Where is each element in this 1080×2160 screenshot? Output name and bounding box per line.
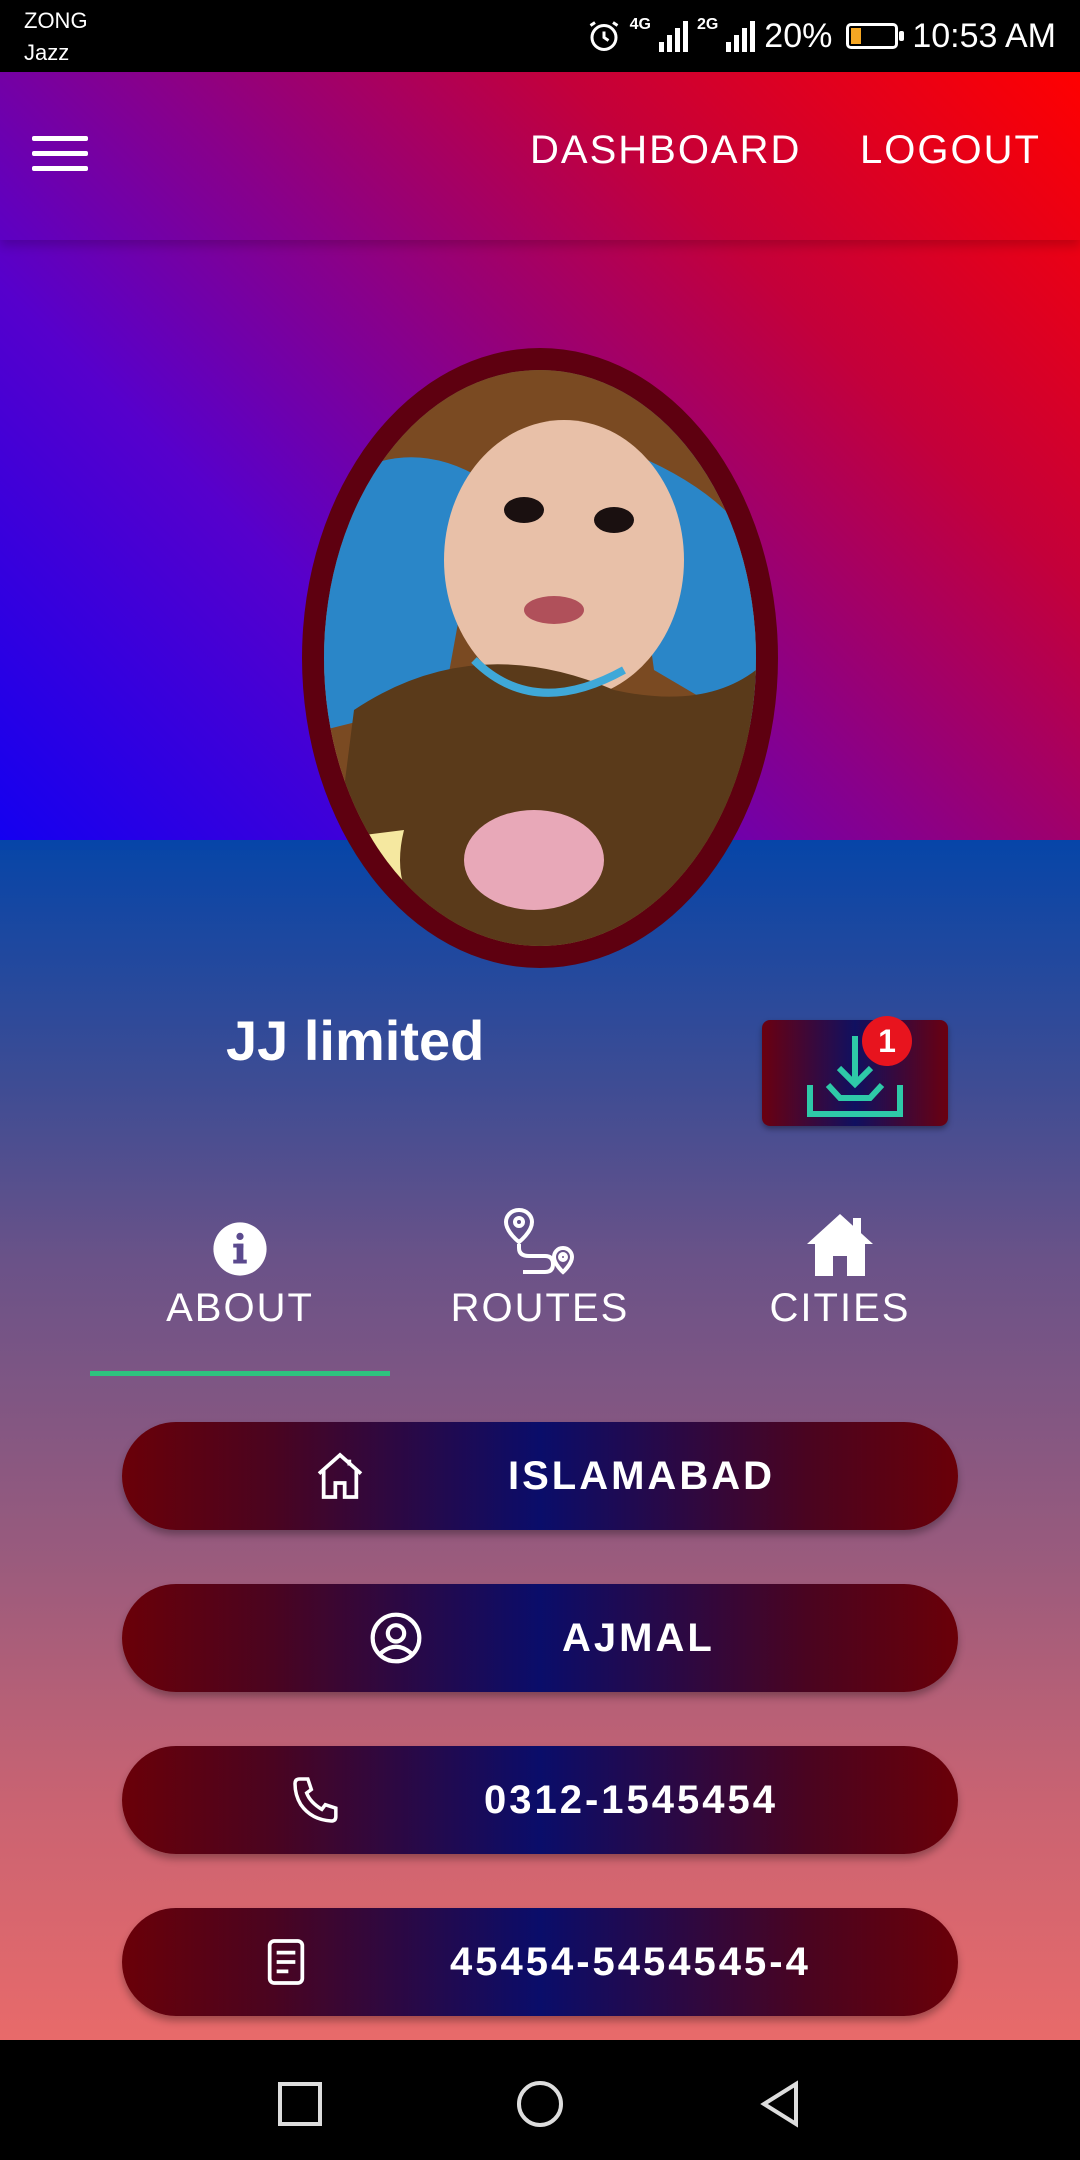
avatar bbox=[302, 348, 778, 968]
id-pill[interactable]: 45454-5454545-4 bbox=[122, 1908, 958, 2016]
network-type-1: 4G bbox=[629, 16, 651, 33]
back-icon[interactable] bbox=[756, 2080, 804, 2128]
tab-about[interactable]: ABOUT bbox=[90, 1198, 390, 1331]
download-button[interactable]: 1 bbox=[762, 1016, 948, 1126]
signal-icon bbox=[658, 21, 688, 52]
battery-icon bbox=[846, 23, 905, 49]
battery-level bbox=[851, 28, 861, 44]
carrier-secondary: Jazz bbox=[24, 40, 70, 65]
clock: 10:53 AM bbox=[912, 16, 1056, 55]
recents-icon[interactable] bbox=[276, 2080, 324, 2128]
home-circle-icon[interactable] bbox=[516, 2080, 564, 2128]
tab-routes[interactable]: ROUTES bbox=[390, 1198, 690, 1331]
owner-value: AJMAL bbox=[562, 1616, 715, 1660]
tab-cities[interactable]: CITIES bbox=[690, 1198, 990, 1331]
hamburger-line bbox=[32, 151, 88, 156]
id-value: 45454-5454545-4 bbox=[450, 1940, 811, 1984]
status-bar: ZONG Jazz 4G 2G 20% 10:53 AM bbox=[0, 0, 1080, 72]
dashboard-link[interactable]: DASHBOARD bbox=[530, 128, 801, 173]
status-indicators: 4G 2G 20% 10:53 AM bbox=[586, 12, 1056, 60]
alarm-icon bbox=[589, 21, 618, 51]
phone-icon bbox=[293, 1777, 338, 1823]
signal-icon bbox=[726, 21, 756, 52]
photo-illustration bbox=[324, 370, 756, 946]
hamburger-line bbox=[32, 166, 88, 171]
tab-icon-wrap bbox=[390, 1198, 690, 1278]
phone-value: 0312-1545454 bbox=[484, 1778, 779, 1822]
notification-badge: 1 bbox=[862, 1016, 912, 1066]
document-icon bbox=[267, 1939, 305, 1985]
network-type-2: 2G bbox=[696, 16, 719, 33]
tab-icon-wrap bbox=[690, 1198, 990, 1278]
company-name: JJ limited bbox=[226, 1009, 485, 1072]
menu-button[interactable] bbox=[32, 136, 88, 176]
logout-link[interactable]: LOGOUT bbox=[860, 128, 1041, 173]
route-icon bbox=[503, 1207, 575, 1275]
app-bar: DASHBOARD LOGOUT bbox=[0, 72, 1080, 240]
tab-cities-label: CITIES bbox=[769, 1286, 911, 1330]
owner-pill[interactable]: AJMAL bbox=[122, 1584, 958, 1692]
home-outline-icon bbox=[317, 1452, 363, 1499]
info-icon bbox=[213, 1222, 267, 1276]
system-nav-bar bbox=[0, 2040, 1080, 2160]
city-value: ISLAMABAD bbox=[508, 1454, 775, 1498]
hamburger-icon bbox=[32, 136, 88, 141]
phone-pill[interactable]: 0312-1545454 bbox=[122, 1746, 958, 1854]
battery-percent: 20% bbox=[764, 16, 833, 55]
tab-icon-wrap bbox=[90, 1198, 390, 1278]
carrier-primary: ZONG bbox=[24, 8, 88, 33]
home-icon bbox=[807, 1214, 873, 1276]
active-tab-indicator bbox=[90, 1371, 390, 1376]
tab-about-label: ABOUT bbox=[166, 1286, 314, 1330]
city-pill[interactable]: ISLAMABAD bbox=[122, 1422, 958, 1530]
profile-photo bbox=[324, 370, 756, 946]
tab-routes-label: ROUTES bbox=[450, 1286, 630, 1330]
user-circle-icon bbox=[370, 1612, 422, 1664]
